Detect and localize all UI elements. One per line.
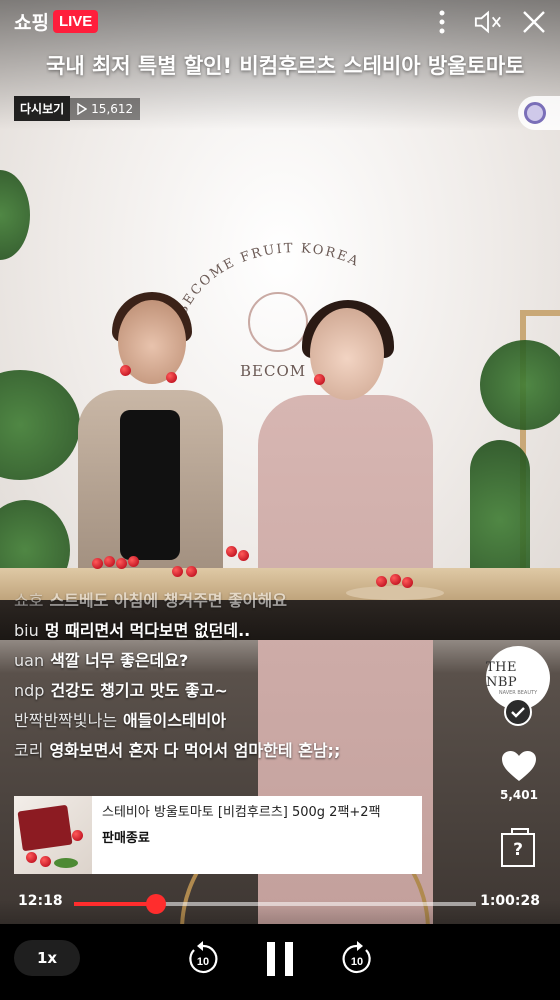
view-count-value: 15,612 — [91, 101, 134, 116]
pause-button[interactable] — [262, 938, 298, 980]
product-status: 판매종료 — [102, 831, 150, 846]
rewind-icon: 10 — [189, 941, 218, 974]
rewind-10-button[interactable]: 10 — [184, 938, 222, 978]
help-button[interactable]: ? — [501, 828, 535, 867]
chat-message: 코리 영화보면서 혼자 다 먹어서 엄마한테 혼남;; — [14, 736, 414, 766]
chat-text: 건강도 챙기고 맛도 좋고~ — [50, 681, 228, 700]
chat-message: biu 멍 때리면서 먹다보면 없던데.. — [14, 616, 414, 646]
host-left-top — [120, 410, 180, 560]
chat-username: uan — [14, 651, 45, 670]
replay-badge: 다시보기 — [14, 96, 71, 121]
check-icon[interactable] — [504, 698, 532, 726]
tomato — [390, 574, 401, 585]
tomato-box-image — [17, 804, 73, 852]
seller-name: THE NBP — [486, 660, 518, 690]
chat-text: 색깔 너무 좋은데요? — [50, 651, 189, 670]
more-vert-icon[interactable] — [428, 8, 456, 36]
tomato — [40, 856, 51, 867]
shopping-live-logo: 쇼핑 LIVE — [14, 8, 99, 35]
tomato — [172, 566, 183, 577]
chat-list: 쇼호 스트베도 아침에 챙겨주면 좋아해요 biu 멍 때리면서 먹다보면 없던데..… — [14, 586, 414, 766]
like-button[interactable]: 5,401 — [500, 750, 538, 802]
brand-label: 쇼핑 — [14, 12, 49, 34]
seek-bar-handle[interactable] — [145, 894, 166, 914]
question-icon: ? — [513, 840, 523, 860]
broadcast-title: 국내 최저 특별 할인! 비컴후르츠 스테비아 방울토마토 — [46, 54, 525, 78]
close-icon[interactable] — [520, 8, 548, 36]
playback-speed-button[interactable]: 1x — [14, 940, 80, 976]
tomato — [128, 556, 139, 567]
top-icon-group — [428, 8, 548, 36]
play-count-icon — [77, 102, 88, 115]
tomato — [238, 550, 249, 561]
chat-username: ndp — [14, 681, 45, 700]
plant-right — [480, 340, 560, 430]
mute-icon[interactable] — [474, 8, 502, 36]
chat-username: biu — [14, 621, 39, 640]
host-right-face — [310, 308, 384, 400]
tomato — [186, 566, 197, 577]
side-panel-toggle[interactable] — [518, 96, 560, 130]
product-info: 스테비아 방울토마토 [비컴후르츠] 500g 2팩+2팩 판매종료 — [92, 796, 422, 874]
brand-sign-sub: BECOM — [240, 362, 307, 380]
side-toggle-icon — [524, 102, 546, 124]
grape-logo — [248, 292, 308, 352]
tomato — [104, 556, 115, 567]
forward-icon: 10 — [342, 941, 371, 974]
tomato — [314, 374, 325, 385]
tomato — [116, 558, 127, 569]
forward-seconds: 10 — [351, 956, 363, 968]
chat-text: 영화보면서 혼자 다 먹어서 엄마한테 혼남;; — [49, 741, 341, 760]
product-thumbnail — [14, 796, 92, 874]
view-count: 15,612 — [70, 97, 141, 120]
heart-icon — [502, 751, 536, 781]
chat-message: uan 색깔 너무 좋은데요? — [14, 646, 414, 676]
chat-text: 멍 때리면서 먹다보면 없던데.. — [44, 621, 251, 640]
forward-10-button[interactable]: 10 — [338, 938, 376, 978]
chat-message: ndp 건강도 챙기고 맛도 좋고~ — [14, 676, 414, 706]
current-time: 12:18 — [18, 893, 63, 909]
chat-text: 애들이스테비아 — [123, 711, 227, 730]
tomato — [72, 830, 83, 841]
tomato — [120, 365, 131, 376]
chat-username: 반짝반짝빛나는 — [14, 711, 118, 730]
tomato — [226, 546, 237, 557]
chat-message: 쇼호 스트베도 아침에 챙겨주면 좋아해요 — [14, 586, 414, 616]
seek-bar-progress — [74, 902, 156, 906]
like-count: 5,401 — [500, 788, 538, 802]
total-time: 1:00:28 — [480, 893, 540, 909]
pause-icon — [267, 942, 293, 976]
tomato — [166, 372, 177, 383]
tomato — [26, 852, 37, 863]
replay-info: 다시보기 15,612 — [14, 96, 141, 121]
chat-message: 반짝반짝빛나는 애들이스테비아 — [14, 706, 414, 736]
seek-bar[interactable] — [74, 894, 476, 914]
chat-username: 코리 — [14, 741, 44, 760]
product-card[interactable]: 스테비아 방울토마토 [비컴후르츠] 500g 2팩+2팩 판매종료 — [14, 796, 422, 874]
product-name: 스테비아 방울토마토 [비컴후르츠] 500g 2팩+2팩 — [102, 805, 381, 820]
seller-sub: NAVER BEAUTY — [498, 690, 538, 696]
rewind-seconds: 10 — [197, 956, 209, 968]
chat-text: 스트베도 아침에 챙겨주면 좋아해요 — [49, 591, 287, 610]
tomato — [92, 558, 103, 569]
live-badge: LIVE — [52, 10, 99, 33]
chat-username: 쇼호 — [14, 591, 44, 610]
leaf-garnish — [54, 858, 78, 868]
